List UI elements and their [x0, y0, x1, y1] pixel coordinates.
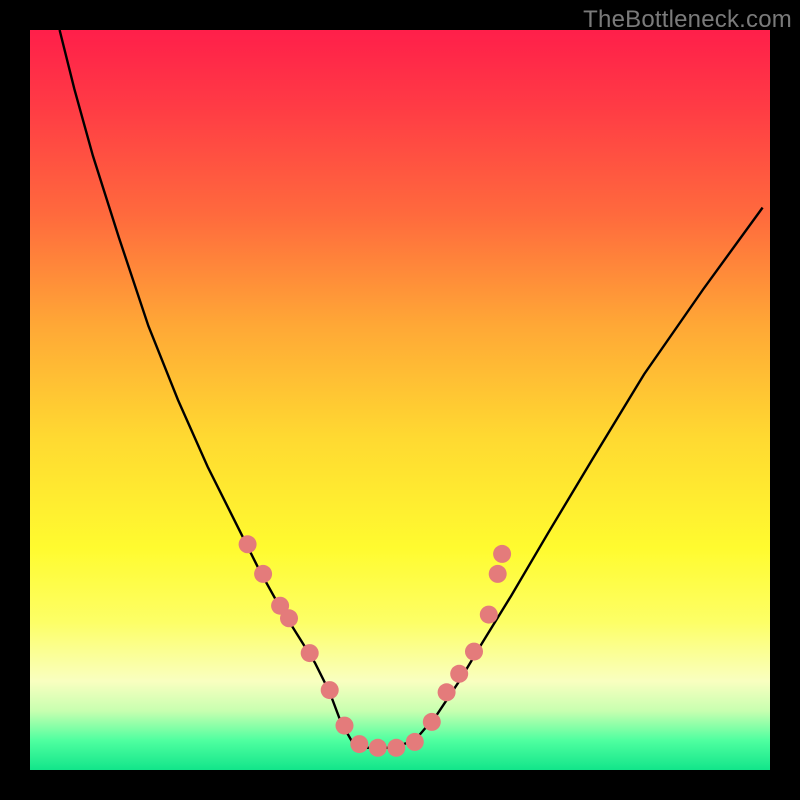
marker-dot	[438, 683, 456, 701]
marker-dots	[239, 535, 512, 757]
marker-dot	[254, 565, 272, 583]
marker-dot	[493, 545, 511, 563]
marker-dot	[301, 644, 319, 662]
marker-dot	[321, 681, 339, 699]
marker-dot	[369, 739, 387, 757]
marker-dot	[387, 739, 405, 757]
marker-dot	[406, 733, 424, 751]
chart-frame: TheBottleneck.com	[0, 0, 800, 800]
chart-curve	[30, 30, 770, 770]
marker-dot	[239, 535, 257, 553]
bottleneck-curve	[60, 30, 763, 748]
marker-dot	[336, 717, 354, 735]
marker-dot	[480, 606, 498, 624]
marker-dot	[465, 643, 483, 661]
marker-dot	[280, 609, 298, 627]
marker-dot	[450, 665, 468, 683]
marker-dot	[350, 735, 368, 753]
plot-area	[30, 30, 770, 770]
marker-dot	[423, 713, 441, 731]
watermark-text: TheBottleneck.com	[583, 6, 792, 34]
marker-dot	[489, 565, 507, 583]
